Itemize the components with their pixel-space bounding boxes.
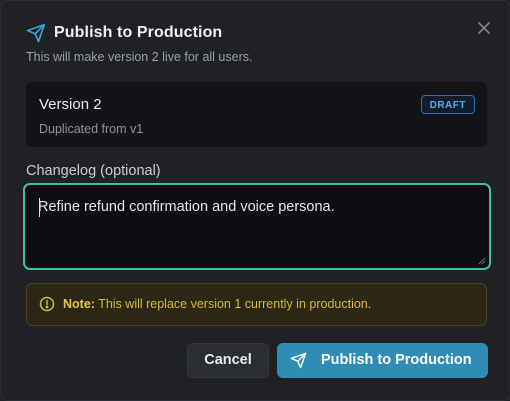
warning-icon	[39, 296, 55, 312]
publish-button[interactable]: Publish to Production	[277, 343, 488, 378]
cancel-button[interactable]: Cancel	[187, 343, 269, 378]
version-name: Version 2	[39, 96, 102, 113]
warning-note: Note: This will replace version 1 curren…	[26, 283, 487, 326]
dialog-title: Publish to Production	[54, 24, 223, 41]
status-badge: DRAFT	[420, 95, 475, 114]
version-card: Version 2 Duplicated from v1 DRAFT	[26, 82, 487, 147]
text-caret	[39, 198, 40, 217]
send-icon	[26, 23, 46, 43]
send-icon	[290, 352, 307, 369]
close-icon[interactable]	[476, 20, 492, 36]
changelog-value: Refine refund confirmation and voice per…	[38, 199, 335, 215]
publish-button-label: Publish to Production	[321, 352, 472, 368]
note-body: This will replace version 1 currently in…	[94, 297, 372, 311]
note-text: Note: This will replace version 1 curren…	[63, 297, 371, 311]
version-source: Duplicated from v1	[39, 122, 144, 136]
resize-handle-icon[interactable]	[478, 257, 486, 265]
publish-dialog: Publish to Production This will make ver…	[0, 0, 510, 401]
dialog-subtitle: This will make version 2 live for all us…	[26, 50, 253, 64]
changelog-textarea[interactable]: Refine refund confirmation and voice per…	[23, 183, 491, 270]
note-prefix: Note:	[63, 297, 95, 311]
changelog-label: Changelog (optional)	[26, 163, 161, 179]
